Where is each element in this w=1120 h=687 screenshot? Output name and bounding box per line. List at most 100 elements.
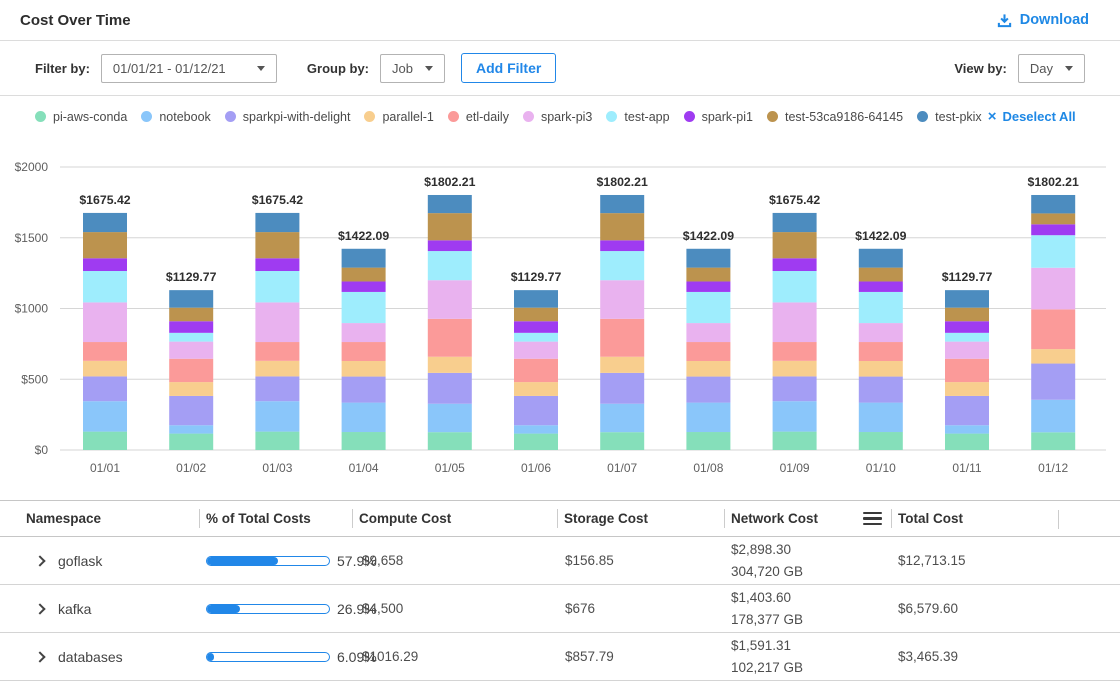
expand-chevron-icon[interactable] [34,603,45,614]
legend-item-test-53ca9186-64145[interactable]: test-53ca9186-64145 [767,110,903,124]
bar-segment-test-pkix [773,213,817,232]
table-row-kafka: kafka26.9%$4,500$676$1,403.60178,377 GB$… [0,585,1120,633]
bar-segment-test-pkix [600,195,644,213]
bar-segment-test-app [342,292,386,323]
group-by-value: Job [392,61,413,76]
namespace-cell: kafka [20,601,199,617]
legend-item-pi-aws-conda[interactable]: pi-aws-conda [35,110,127,124]
bar-segment-test-app [255,271,299,302]
bar-segment-parallel-1 [859,361,903,377]
progress-bar-fill [207,605,240,613]
network-gb-value: 304,720 GB [731,561,891,583]
bar-segment-pi-aws-conda [428,432,472,450]
pct-total-costs-cell: 57.9% [199,553,352,569]
legend-item-sparkpi-with-delight[interactable]: sparkpi-with-delight [225,110,351,124]
legend-item-label: etl-daily [466,110,509,124]
legend-item-notebook[interactable]: notebook [141,110,210,124]
bar-segment-spark-pi1 [1031,224,1075,235]
add-filter-button[interactable]: Add Filter [461,53,556,83]
group-by-dropdown[interactable]: Job [380,54,445,83]
column-header-namespace[interactable]: Namespace [20,509,199,528]
bar-segment-pi-aws-conda [83,432,127,450]
download-button[interactable]: Download [991,11,1095,29]
chart-legend: pi-aws-conda notebook sparkpi-with-delight… [0,96,1120,137]
bar-segment-test-53ca9186-64145 [945,308,989,322]
bar-segment-test-pkix [514,290,558,308]
page-header: Cost Over Time Download [0,0,1120,41]
bar-segment-test-pkix [169,290,213,308]
pct-total-costs-cell: 6.09% [199,649,352,665]
bar-segment-test-app [945,333,989,342]
bar-segment-etl-daily [255,342,299,361]
legend-dot-icon [767,111,778,122]
view-by-dropdown[interactable]: Day [1018,54,1085,83]
progress-bar [206,652,330,662]
page-title: Cost Over Time [20,12,131,29]
bar-segment-test-app [1031,235,1075,268]
network-cost-cell: $1,591.31102,217 GB [724,635,891,679]
namespace-cell: databases [20,649,199,665]
bar-segment-test-pkix [83,213,127,232]
bar-segment-test-pkix [1031,195,1075,213]
bar-segment-pi-aws-conda [342,432,386,450]
legend-item-test-app[interactable]: test-app [606,110,669,124]
bar-segment-notebook [255,401,299,431]
column-menu-icon[interactable] [863,512,882,526]
column-header-total-cost[interactable]: Total Cost [891,509,1100,528]
date-range-dropdown[interactable]: 01/01/21 - 01/12/21 [101,54,277,83]
expand-chevron-icon[interactable] [34,651,45,662]
bar-segment-spark-pi1 [945,321,989,333]
deselect-all-button[interactable]: × Deselect All [982,108,1082,125]
bar-segment-spark-pi3 [169,342,213,359]
storage-cost-cell: $857.79 [557,649,724,664]
bar-segment-test-pkix [945,290,989,308]
bar-segment-parallel-1 [514,382,558,396]
bar-segment-spark-pi1 [686,281,730,291]
compute-cost-cell: $1016.29 [352,649,557,664]
bar-segment-sparkpi-with-delight [945,396,989,425]
legend-item-label: spark-pi3 [541,110,592,124]
bar-segment-etl-daily [686,342,730,361]
bar-segment-parallel-1 [83,361,127,377]
legend-item-etl-daily[interactable]: etl-daily [448,110,509,124]
bar-total-label: $1129.77 [942,270,993,284]
bar-segment-sparkpi-with-delight [773,376,817,401]
bar-segment-spark-pi3 [600,280,644,319]
bar-segment-spark-pi3 [514,342,558,359]
bar-segment-pi-aws-conda [1031,432,1075,450]
close-icon: × [988,109,997,124]
chevron-down-icon [425,66,433,71]
bar-total-label: $1129.77 [166,270,217,284]
bar-segment-etl-daily [428,319,472,357]
x-axis-tick-label: 01/06 [521,461,551,475]
bar-segment-parallel-1 [600,357,644,373]
network-cost-value: $1,403.60 [731,587,891,609]
bar-segment-pi-aws-conda [945,434,989,450]
bar-total-label: $1675.42 [252,193,303,207]
bar-segment-parallel-1 [945,382,989,396]
legend-item-test-pkix[interactable]: test-pkix [917,110,982,124]
bar-segment-sparkpi-with-delight [514,396,558,425]
legend-item-parallel-1[interactable]: parallel-1 [364,110,433,124]
legend-item-spark-pi1[interactable]: spark-pi1 [684,110,753,124]
bar-segment-sparkpi-with-delight [428,373,472,404]
bar-segment-sparkpi-with-delight [342,377,386,403]
x-axis-tick-label: 01/11 [952,461,981,475]
expand-chevron-icon[interactable] [34,555,45,566]
column-header-network-cost[interactable]: Network Cost [724,509,891,528]
column-header-pct-total-costs[interactable]: % of Total Costs [199,509,352,528]
column-header-compute-cost[interactable]: Compute Cost [352,509,557,528]
legend-dot-icon [448,111,459,122]
bar-segment-notebook [686,403,730,432]
date-range-value: 01/01/21 - 01/12/21 [113,61,226,76]
bar-segment-sparkpi-with-delight [859,377,903,403]
bar-segment-notebook [342,403,386,432]
bar-total-label: $1802.21 [597,175,648,189]
legend-item-spark-pi3[interactable]: spark-pi3 [523,110,592,124]
legend-dot-icon [364,111,375,122]
bar-total-label: $1675.42 [79,193,130,207]
bar-segment-sparkpi-with-delight [83,376,127,401]
column-header-storage-cost[interactable]: Storage Cost [557,509,724,528]
bar-segment-parallel-1 [342,361,386,377]
y-axis-tick-label: $1500 [15,231,49,245]
